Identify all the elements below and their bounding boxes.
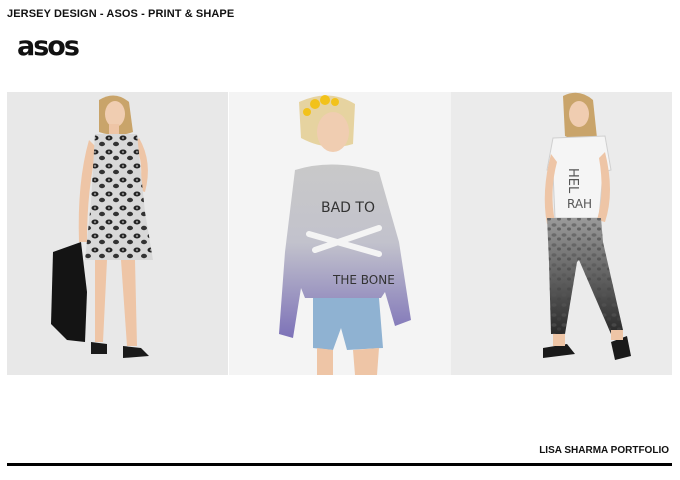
svg-text:HEL: HEL [565,168,580,194]
portfolio-label: LISA SHARMA PORTFOLIO [539,445,669,456]
photo-slogan-tee-leopard-joggers: HEL RAH [451,92,672,375]
photo-leopard-print-dress [7,92,228,375]
svg-text:RAH: RAH [567,197,592,211]
sweatshirt-print-bottom: THE BONE [332,273,395,287]
photo-dip-dye-sweatshirt: BAD TO THE BONE [229,92,451,375]
page-title: JERSEY DESIGN - ASOS - PRINT & SHAPE [7,8,235,20]
asos-logo: asos [17,31,80,62]
sweatshirt-print-top: BAD TO [321,200,375,216]
footer-divider [7,463,672,466]
